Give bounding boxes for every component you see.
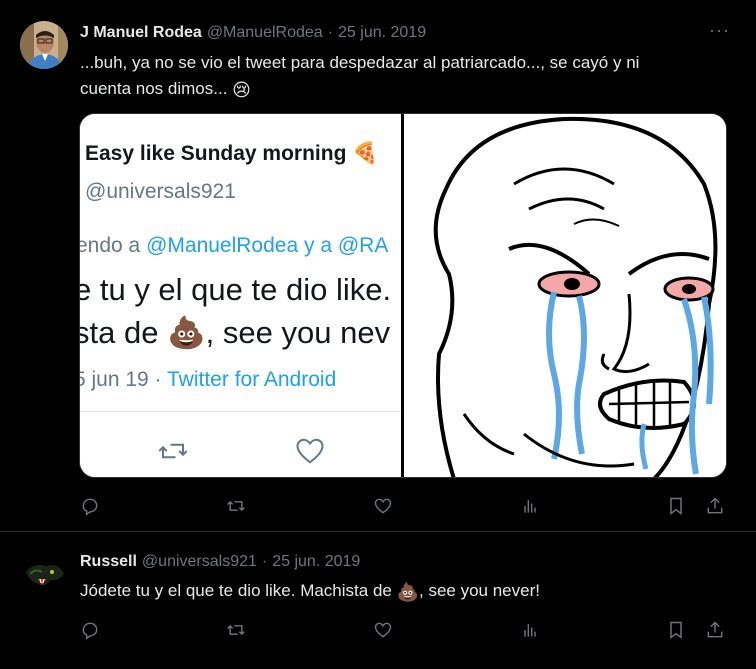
screenshot-display-name: Easy like Sunday morning 🍕 (85, 142, 379, 165)
tweet-header: Russell @universals921 · 25 jun. 2019 (80, 553, 360, 571)
tweet-text: Jódete tu y el que te dio like. Machista… (80, 578, 540, 605)
screenshot-meta: 5 jun 19 · Twitter for Android (80, 368, 336, 392)
tweet-text-line: ...buh, ya no se vio el tweet para despe… (80, 53, 640, 72)
tweet-text-part: Jódete tu y el que te dio like. Machista… (80, 581, 397, 600)
display-name[interactable]: J Manuel Rodea (80, 24, 202, 42)
like-icon[interactable] (373, 620, 395, 642)
tweet-date[interactable]: 25 jun. 2019 (338, 24, 426, 42)
screenshot-body-text: , see you nev (205, 315, 391, 350)
like-icon[interactable] (373, 496, 395, 518)
tweet-text: ...buh, ya no se vio el tweet para despe… (80, 50, 639, 103)
tweet-text-line: cuenta nos dimos... (80, 79, 228, 98)
views-icon[interactable] (520, 620, 542, 642)
poop-emoji: 💩 (167, 315, 206, 350)
tweet[interactable]: J Manuel Rodea @ManuelRodea · 25 jun. 20… (0, 0, 756, 532)
reply-icon[interactable] (80, 620, 102, 642)
screenshot-body-line: e tu y el que te dio like. (80, 272, 392, 307)
more-options-icon[interactable]: ··· (709, 20, 730, 41)
views-icon[interactable] (520, 496, 542, 518)
share-icon[interactable] (705, 496, 727, 518)
tweet-text-part: , see you never! (419, 581, 540, 600)
tweet-header: J Manuel Rodea @ManuelRodea · 25 jun. 20… (80, 24, 426, 42)
crying-wojak-image (404, 114, 726, 477)
screenshot-body-line: sta de 💩, see you nev (80, 314, 390, 351)
bookmark-icon[interactable] (666, 620, 688, 642)
screenshot-body-text: sta de (80, 315, 168, 350)
poop-emoji: 💩 (396, 582, 419, 602)
user-handle[interactable]: @universals921 (142, 553, 257, 571)
tweet-actions (79, 496, 729, 518)
avatar[interactable] (20, 552, 68, 600)
screenshot-date: 5 jun 19 · (80, 368, 168, 391)
avatar[interactable] (20, 21, 68, 69)
separator-dot: · (261, 553, 268, 570)
user-handle[interactable]: @ManuelRodea (207, 24, 323, 42)
retweet-icon[interactable] (226, 496, 248, 518)
screenshot-like-icon (296, 438, 324, 464)
screenshot-reply-line: endo a @ManuelRodea y a @RA (80, 234, 388, 258)
share-icon[interactable] (705, 620, 727, 642)
retweet-icon[interactable] (226, 620, 248, 642)
screenshot-retweet-icon (158, 443, 188, 459)
screenshot-handle: @universals921 (85, 180, 236, 203)
screenshot-reply-prefix: endo a (80, 234, 147, 257)
separator-dot: · (327, 24, 334, 41)
bookmark-icon[interactable] (666, 496, 688, 518)
display-name[interactable]: Russell (80, 553, 137, 571)
tweet-actions (79, 620, 729, 642)
screenshot-reply-link: @ManuelRodea y a @RA (146, 234, 389, 257)
reply-icon[interactable] (80, 496, 102, 518)
crying-face-emoji: 😢 (232, 80, 251, 100)
tweet-date[interactable]: 25 jun. 2019 (272, 553, 360, 571)
screenshot-source-link: Twitter for Android (167, 368, 337, 391)
screenshot-image: Easy like Sunday morning 🍕 @universals92… (80, 114, 402, 477)
tweet-media[interactable]: Easy like Sunday morning 🍕 @universals92… (79, 113, 727, 478)
screenshot-divider (80, 411, 402, 412)
tweet[interactable]: Russell @universals921 · 25 jun. 2019 Jó… (0, 532, 756, 669)
